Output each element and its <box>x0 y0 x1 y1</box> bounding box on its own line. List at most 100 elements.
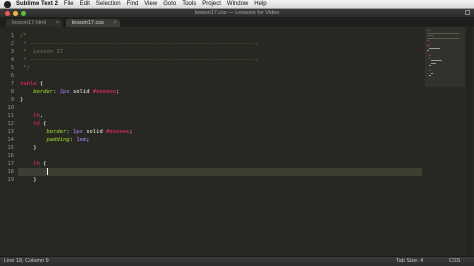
code-line[interactable]: border: 2px solid #eeeeee; <box>20 88 119 96</box>
tab-lesson17-css[interactable]: lesson17.css × <box>65 19 120 27</box>
code-line[interactable] <box>20 168 48 176</box>
menu-edit[interactable]: Edit <box>80 0 90 9</box>
code-token: border <box>33 89 54 95</box>
line-number: 19 <box>7 177 14 183</box>
line-number: 11 <box>7 113 14 119</box>
line-number: 13 <box>7 129 14 135</box>
code-token: 1px <box>73 129 83 135</box>
code-line[interactable]: th { <box>20 160 46 168</box>
minimap-line <box>427 50 429 51</box>
code-token: } <box>20 177 37 183</box>
code-token: { <box>36 81 44 87</box>
code-token: , <box>39 113 44 119</box>
line-number: 7 <box>10 81 14 87</box>
code-line[interactable]: * --------------------------------------… <box>20 40 258 48</box>
code-line[interactable]: th, <box>20 112 43 120</box>
code-token: table <box>20 81 37 87</box>
tab-close-icon[interactable]: × <box>56 19 59 27</box>
fullscreen-icon[interactable] <box>465 10 470 15</box>
vertical-scrollbar[interactable] <box>467 27 472 256</box>
menu-view[interactable]: View <box>144 0 157 9</box>
code-token: * --------------------------------------… <box>20 41 259 47</box>
code-line[interactable]: border: 1px solid #eeeeee; <box>20 128 133 136</box>
line-number: 15 <box>7 145 14 151</box>
code-token: : <box>53 89 60 95</box>
minimap-line <box>428 75 431 76</box>
code-editor[interactable]: 1 2 3 4 5 6 7 8 9 10 11 12 13 14 15 16 17 18 19 /* * -----… <box>0 27 474 256</box>
line-number: 18 <box>7 169 14 175</box>
code-token: /* <box>20 33 27 39</box>
code-line[interactable]: } <box>20 144 37 152</box>
tab-close-icon[interactable]: × <box>114 19 117 27</box>
minimap-viewport[interactable] <box>425 27 465 87</box>
menu-tools[interactable]: Tools <box>182 0 196 9</box>
code-line[interactable]: /* <box>20 32 27 40</box>
code-token: td <box>33 121 40 127</box>
code-line[interactable]: * Lesson 17 <box>20 48 63 56</box>
cursor-position: Line 18, Column 9 <box>4 258 49 264</box>
syntax-indicator[interactable]: CSS <box>449 257 460 266</box>
menu-file[interactable]: File <box>64 0 74 9</box>
code-line[interactable]: table { <box>20 80 43 88</box>
minimap-line <box>430 62 437 64</box>
text-caret <box>46 168 48 175</box>
minimap-line <box>428 47 441 49</box>
line-number: 4 <box>10 57 14 63</box>
menu-window[interactable]: Window <box>227 0 248 9</box>
code-token: 1em <box>76 137 87 143</box>
menu-find[interactable]: Find <box>127 0 139 9</box>
code-line[interactable]: td { <box>20 120 46 128</box>
line-number: 9 <box>10 97 14 103</box>
minimap-line <box>428 55 431 56</box>
line-number: 5 <box>10 65 14 71</box>
minimap-line <box>428 70 431 71</box>
line-number: 1 <box>10 33 14 39</box>
minimap-line <box>427 37 460 39</box>
menu-app[interactable]: Sublime Text 2 <box>16 0 58 9</box>
code-line[interactable]: */ <box>20 64 30 72</box>
line-number: 3 <box>10 49 14 55</box>
code-token: th <box>33 161 40 167</box>
code-token: } <box>20 145 37 151</box>
code-line[interactable]: padding: 1em; <box>20 136 90 144</box>
menu-help[interactable]: Help <box>254 0 266 9</box>
window-title: lesson17.css — Lessons for Video <box>194 10 280 16</box>
status-bar: Line 18, Column 9 Tab Size: 4 CSS <box>0 256 474 266</box>
line-number: 17 <box>7 161 14 167</box>
tab-size-indicator[interactable]: Tab Size: 4 <box>396 257 423 266</box>
minimap-line <box>430 72 433 74</box>
minimap[interactable] <box>425 27 465 87</box>
code-line[interactable]: } <box>20 176 37 184</box>
code-line[interactable]: } <box>20 96 23 104</box>
minimap-line <box>427 40 429 41</box>
tab-bar: lesson17.html × lesson17.css × <box>0 17 474 27</box>
code-token: * --------------------------------------… <box>20 57 259 63</box>
apple-menu-icon[interactable] <box>4 0 11 8</box>
code-token: padding <box>46 137 70 143</box>
menu-goto[interactable]: Goto <box>163 0 176 9</box>
menu-bar: Sublime Text 2 File Edit Selection Find … <box>0 0 474 9</box>
minimap-line <box>427 45 431 46</box>
tab-label: lesson17.html <box>12 20 46 26</box>
code-token: } <box>20 97 24 103</box>
code-line[interactable]: * --------------------------------------… <box>20 56 258 64</box>
menu-project[interactable]: Project <box>202 0 221 9</box>
window-titlebar: lesson17.css — Lessons for Video <box>0 9 474 17</box>
code-token: : <box>66 129 73 135</box>
code-token: #eeeeee <box>92 89 117 95</box>
minimap-line <box>427 35 433 36</box>
code-token: ; <box>116 89 120 95</box>
minimap-line <box>427 30 429 31</box>
line-number: 14 <box>7 137 14 143</box>
line-number: 6 <box>10 73 14 79</box>
code-token: th <box>33 113 40 119</box>
menu-selection[interactable]: Selection <box>96 0 121 9</box>
minimap-line <box>427 32 460 34</box>
tab-lesson17-html[interactable]: lesson17.html × <box>6 19 62 27</box>
line-number: 8 <box>10 89 14 95</box>
